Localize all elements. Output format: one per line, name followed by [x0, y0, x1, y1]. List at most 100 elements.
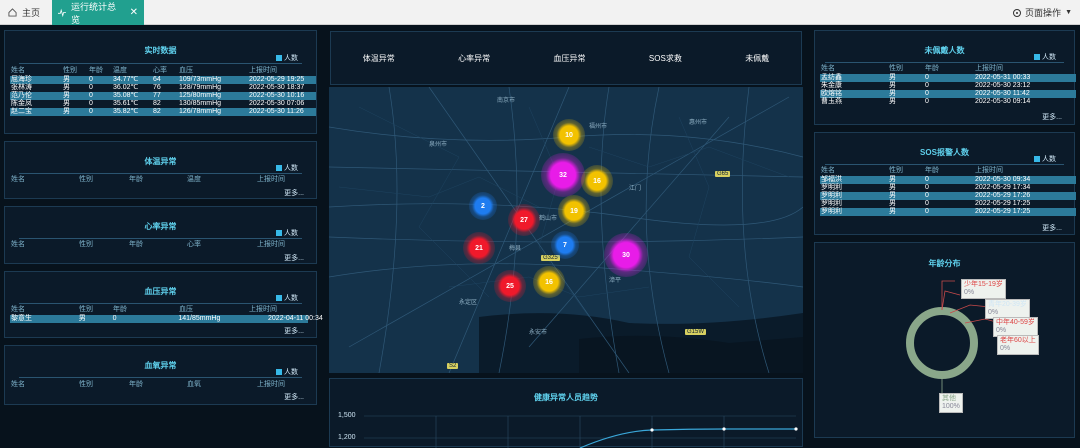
- table-cell: 男: [889, 82, 896, 89]
- age-distribution-panel: 年龄分布 少年15-19岁 0% 青年20-39岁 0% 中年40-59岁 0% 老年60以…: [814, 242, 1075, 438]
- table-cell: 男: [889, 74, 896, 81]
- tab-overview[interactable]: 运行统计总览 ✕: [52, 0, 144, 25]
- table-cell: 男: [63, 108, 70, 115]
- blood-pressure-legend: 人数: [276, 293, 298, 303]
- donut-ring: [906, 307, 978, 379]
- table-cell: 2022-05-30 11:42: [975, 90, 1030, 97]
- table-cell: 罗明利: [821, 200, 842, 207]
- more-link[interactable]: 更多...: [284, 188, 304, 198]
- table-row[interactable]: 范乃伦 男 0 35.08℃ 77 125/80mmHg 2022-05-30 10:16: [10, 92, 316, 100]
- table-row[interactable]: 罗明利 男 0 2022-05-29 17:26: [820, 192, 1076, 200]
- table-row[interactable]: 罗明利 男 0 2022-05-29 17:25: [820, 208, 1076, 216]
- trend-chart: [364, 415, 798, 448]
- map-label: 江门: [629, 186, 642, 192]
- column-header: 上报时间: [257, 176, 285, 183]
- tab-heart-rate[interactable]: 心率异常: [458, 53, 490, 64]
- cluster-count: 16: [593, 177, 601, 185]
- column-header: 性别: [79, 176, 93, 183]
- tab-not-worn[interactable]: 未佩戴: [745, 53, 769, 64]
- cluster-count: 32: [559, 171, 567, 179]
- table-cell: 64: [153, 76, 161, 83]
- map-cluster[interactable]: 16: [581, 165, 613, 197]
- table-row[interactable]: 屈海珍 男 0 34.77℃ 64 109/73mmHg 2022-05-29 19:25: [10, 76, 316, 84]
- map-cluster[interactable]: 27: [508, 204, 540, 236]
- blood-pressure-title: 血压异常: [144, 287, 177, 296]
- table-cell: 男: [889, 208, 896, 215]
- column-header: 姓名: [11, 241, 25, 248]
- table-cell: 82: [153, 108, 161, 115]
- table-row[interactable]: 黎意生 男 0 141/85mmHg 2022-04-11 00:34: [10, 315, 323, 323]
- legend-label: 人数: [284, 165, 298, 172]
- column-header: 心率: [153, 67, 167, 74]
- column-header: 性别: [63, 67, 77, 74]
- map-label: 永定区: [459, 300, 478, 306]
- table-row[interactable]: 欧熔铭 男 0 2022-05-30 11:42: [820, 90, 1076, 98]
- sos-legend: 人数: [1034, 154, 1056, 164]
- column-header: 血压: [179, 67, 193, 74]
- table-row[interactable]: 朱金康 男 0 2022-05-30 23:12: [820, 82, 1076, 90]
- table-row[interactable]: 陈金凤 男 0 35.61℃ 82 130/85mmHg 2022-05-30 07:06: [10, 100, 316, 108]
- map-cluster[interactable]: 32: [541, 153, 585, 197]
- map-cluster[interactable]: 21: [463, 232, 495, 264]
- table-row[interactable]: 邹福洪 男 0 2022-05-30 09:34: [820, 176, 1076, 184]
- map-cluster[interactable]: 16: [533, 266, 565, 298]
- column-header: 年龄: [129, 241, 143, 248]
- map-label: S2: [447, 363, 459, 369]
- table-row[interactable]: 曹玉燕 男 0 2022-05-30 09:14: [820, 98, 1076, 106]
- age-label-text: 青年20-39岁: [988, 301, 1027, 308]
- map-view[interactable]: 南京市 福州市 惠州市 泉州市 江门 鹤山市 梅县 漳平 永定区 永安市 G65 G325 G15W S2…: [329, 87, 803, 373]
- more-link[interactable]: 更多...: [1042, 112, 1062, 122]
- table-row[interactable]: 张林涛 男 0 36.02℃ 76 128/79mmHg 2022-05-30 18:37: [10, 84, 316, 92]
- table-row[interactable]: 罗明利 男 0 2022-05-29 17:34: [820, 184, 1076, 192]
- table-cell: 141/85mmHg: [178, 315, 221, 322]
- heart-rate-title: 心率异常: [144, 222, 177, 231]
- column-header: 年龄: [925, 167, 939, 174]
- age-label: 老年60以上 0%: [997, 335, 1039, 355]
- column-header: 上报时间: [975, 167, 1003, 174]
- not-worn-panel: 未佩戴人数 人数 姓名 性别 年龄 上报时间 孟纺鑫男 0 2022-05-31 00:33…: [814, 30, 1076, 125]
- more-link[interactable]: 更多...: [1042, 223, 1062, 233]
- divider: [825, 62, 1064, 63]
- map-cluster[interactable]: 19: [558, 195, 590, 227]
- column-header: 姓名: [11, 381, 25, 388]
- table-row[interactable]: 孟纺鑫 男 0 2022-05-31 00:33: [820, 74, 1076, 82]
- table-cell: 曹玉燕: [821, 98, 842, 105]
- more-link[interactable]: 更多...: [284, 253, 304, 263]
- table-cell: 35.61℃: [113, 100, 139, 107]
- legend-swatch-icon: [1034, 54, 1040, 60]
- map-cluster[interactable]: 10: [553, 119, 585, 151]
- page-operations-button[interactable]: 页面操作 ▼: [1013, 0, 1072, 25]
- column-header: 年龄: [89, 67, 103, 74]
- age-label-text: 其他: [942, 395, 956, 402]
- temperature-title: 体温异常: [144, 157, 177, 166]
- table-header: 姓名 性别 年龄 温度 心率 血压 上报时间: [11, 67, 315, 75]
- table-cell: 0: [89, 76, 93, 83]
- more-link[interactable]: 更多...: [284, 392, 304, 402]
- table-cell: 范乃伦: [11, 92, 32, 99]
- table-cell: 罗明利: [821, 192, 842, 199]
- legend-swatch-icon: [1034, 156, 1040, 162]
- map-cluster[interactable]: 25: [494, 270, 526, 302]
- oxygen-title: 血氧异常: [144, 361, 177, 370]
- tab-blood-pressure[interactable]: 血压异常: [554, 53, 586, 64]
- realtime-title: 实时数据: [144, 46, 177, 55]
- table-row[interactable]: 赵二宝 男 0 35.82℃ 82 126/78mmHg 2022-05-30 11:26: [10, 108, 316, 116]
- age-label-percent: 100%: [942, 403, 960, 410]
- map-cluster[interactable]: 30: [604, 233, 648, 277]
- map-category-tabs: 体温异常 心率异常 血压异常 SOS求救 未佩戴: [330, 31, 802, 85]
- table-row[interactable]: 罗明利 男 0 2022-05-29 17:25: [820, 200, 1076, 208]
- age-label-percent: 0%: [964, 289, 975, 296]
- table-cell: 屈海珍: [11, 76, 32, 83]
- close-icon[interactable]: ✕: [130, 7, 138, 18]
- map-cluster[interactable]: 2: [469, 192, 497, 220]
- table-cell: 125/80mmHg: [179, 92, 222, 99]
- table-cell: 2022-05-30 09:14: [975, 98, 1031, 105]
- realtime-legend: 人数: [276, 53, 298, 63]
- tab-home[interactable]: 主页: [0, 0, 52, 25]
- cluster-count: 2: [481, 202, 485, 210]
- column-header: 上报时间: [257, 381, 285, 388]
- tab-sos[interactable]: SOS求救: [649, 53, 682, 64]
- more-link[interactable]: 更多...: [284, 326, 304, 336]
- map-cluster[interactable]: 7: [551, 231, 579, 259]
- tab-temperature[interactable]: 体温异常: [363, 53, 395, 64]
